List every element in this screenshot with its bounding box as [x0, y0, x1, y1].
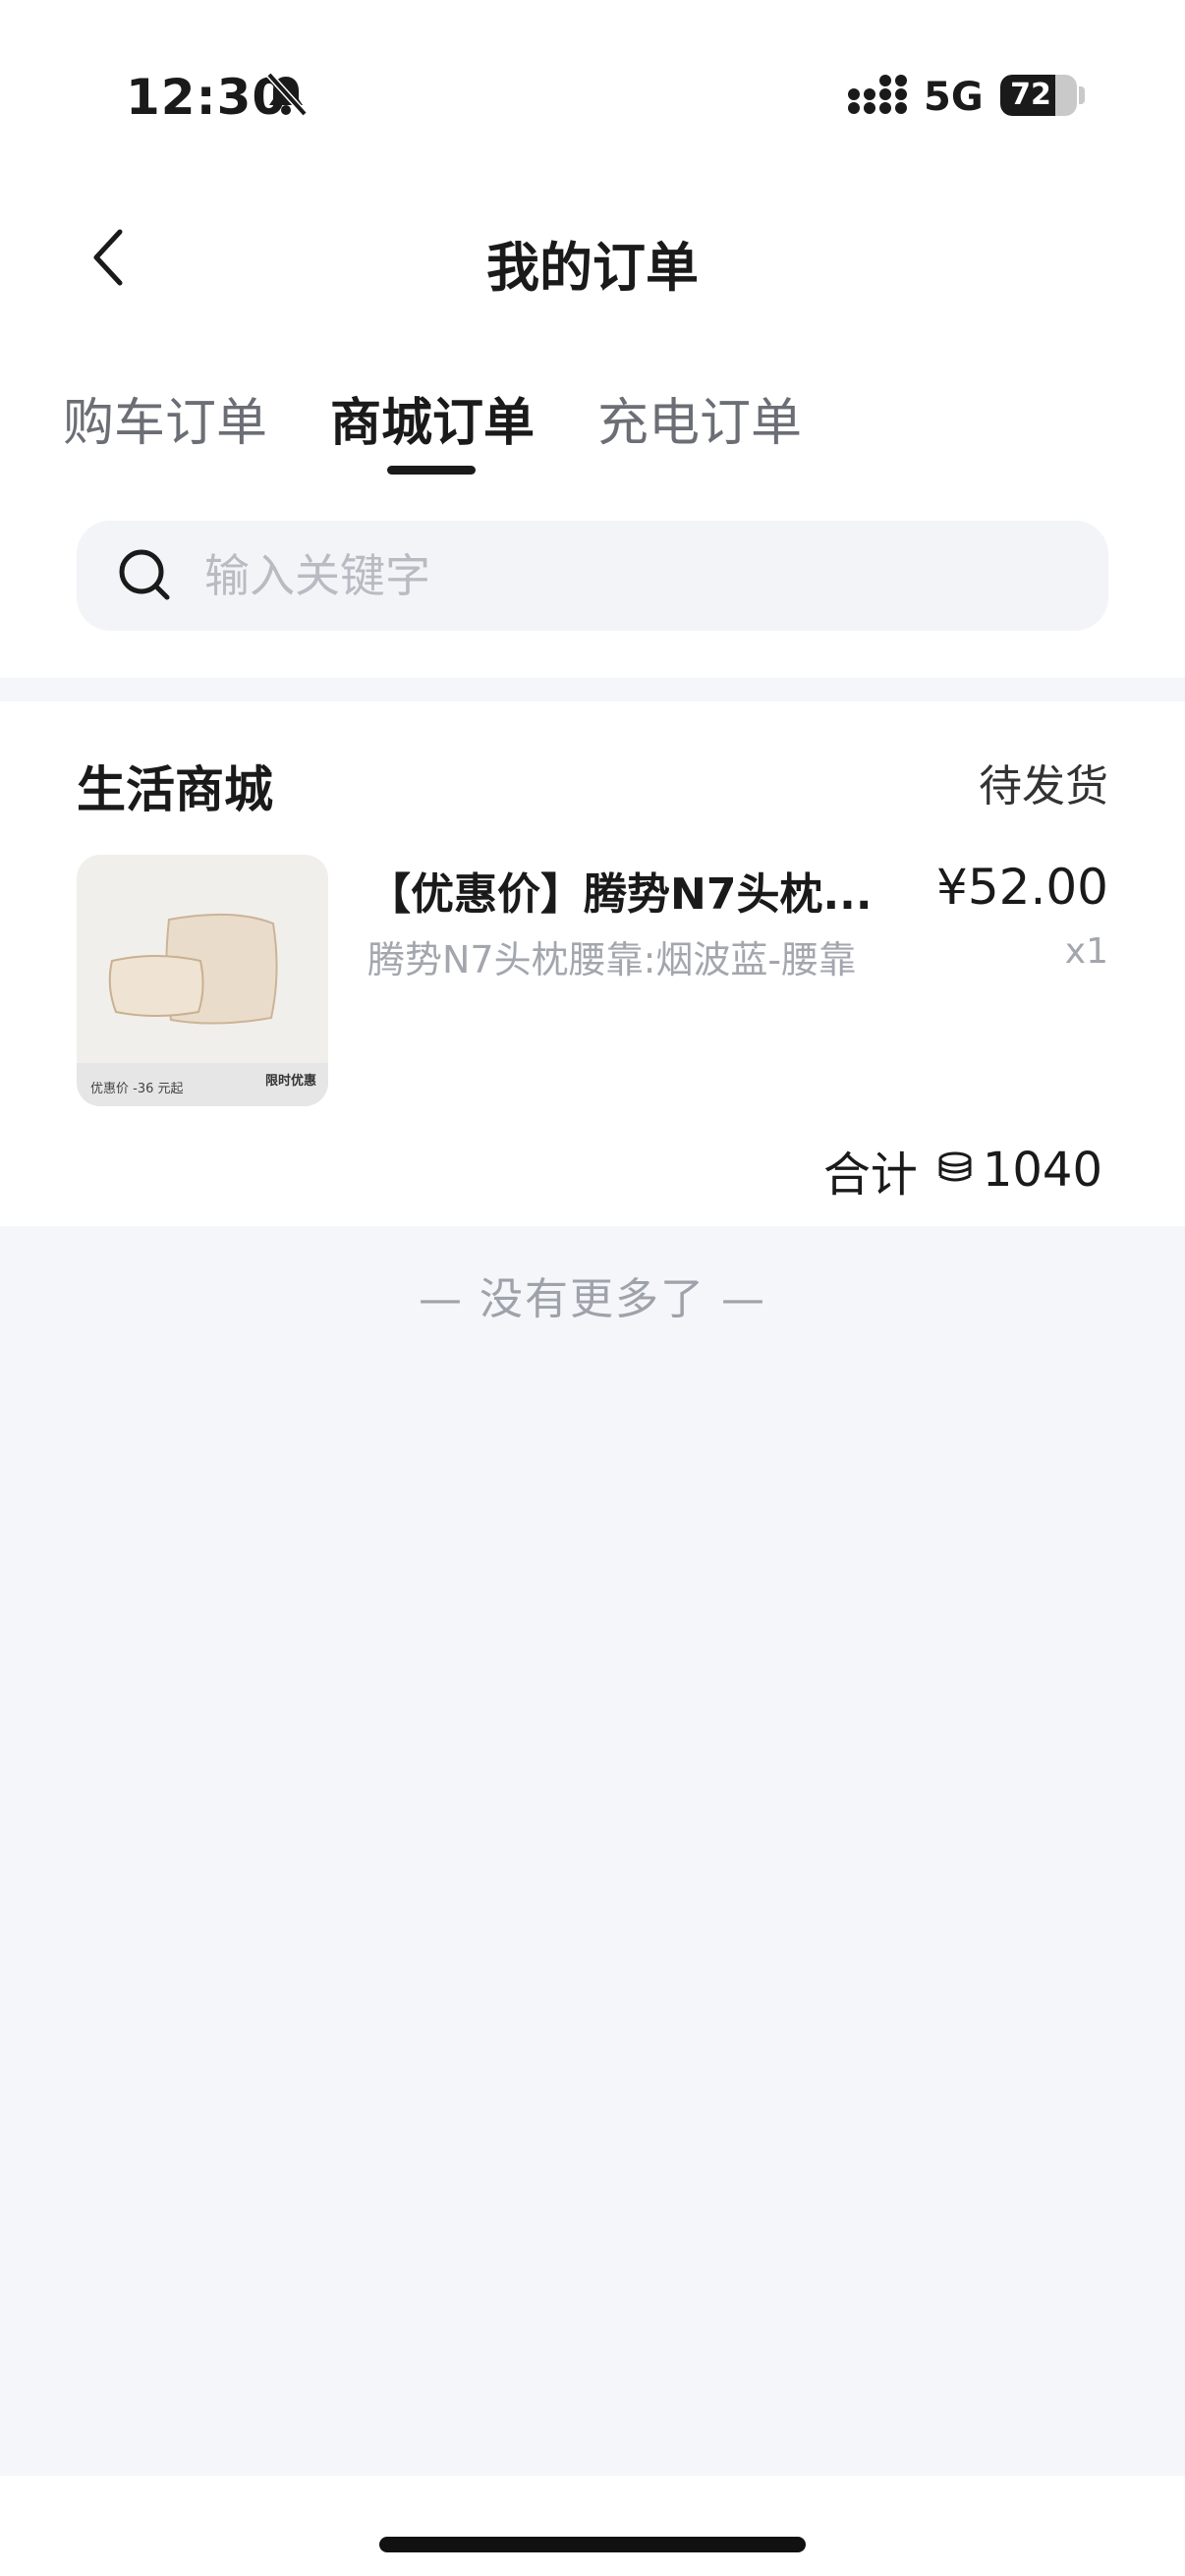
tab-charging-orders[interactable]: 充电订单 [597, 381, 802, 455]
page-title: 我的订单 [486, 237, 699, 299]
battery-level: 72 [1010, 78, 1051, 112]
order-status: 待发货 [979, 761, 1108, 812]
tab-mall-orders[interactable]: 商城订单 [330, 381, 535, 455]
store-name: 生活商城 [77, 761, 273, 818]
product-image-banner: 优惠价 -36 元起 限时优惠 [77, 1063, 328, 1106]
coin-stack-icon [938, 1151, 972, 1182]
home-indicator[interactable] [379, 2537, 806, 2552]
search-icon [119, 549, 170, 600]
product-quantity: x1 [1064, 931, 1108, 972]
active-tab-indicator [387, 466, 476, 475]
tab-car-orders[interactable]: 购车订单 [63, 381, 267, 455]
search-bar[interactable] [77, 521, 1108, 631]
pillow-illustration [108, 913, 278, 1025]
product-name: 【优惠价】腾势N7头枕... [367, 869, 873, 920]
battery-cap [1079, 86, 1085, 104]
bell-muted-icon [266, 72, 308, 117]
no-more-text: — 没有更多了 — [419, 1274, 766, 1324]
product-price: ¥52.00 [936, 859, 1108, 916]
total-value: 1040 [982, 1143, 1102, 1198]
network-type: 5G [924, 75, 984, 120]
product-variant: 腾势N7头枕腰靠:烟波蓝-腰靠 [367, 938, 857, 981]
cellular-signal-icon [848, 75, 907, 114]
banner-price-text: 优惠价 -36 元起 [90, 1082, 184, 1096]
bottom-safe-area [0, 2476, 1185, 2576]
battery-icon: 72 [1000, 75, 1077, 116]
total-label: 合计 [822, 1148, 918, 1203]
product-image[interactable]: 优惠价 -36 元起 限时优惠 [77, 855, 328, 1106]
order-card[interactable]: 生活商城 待发货 优惠价 -36 元起 限时优惠 【优惠价】腾势N7头枕... … [0, 701, 1185, 1226]
banner-promo-text: 限时优惠 [264, 1074, 316, 1089]
search-input[interactable] [204, 542, 1069, 609]
order-total: 合计 1040 [823, 1136, 1102, 1204]
